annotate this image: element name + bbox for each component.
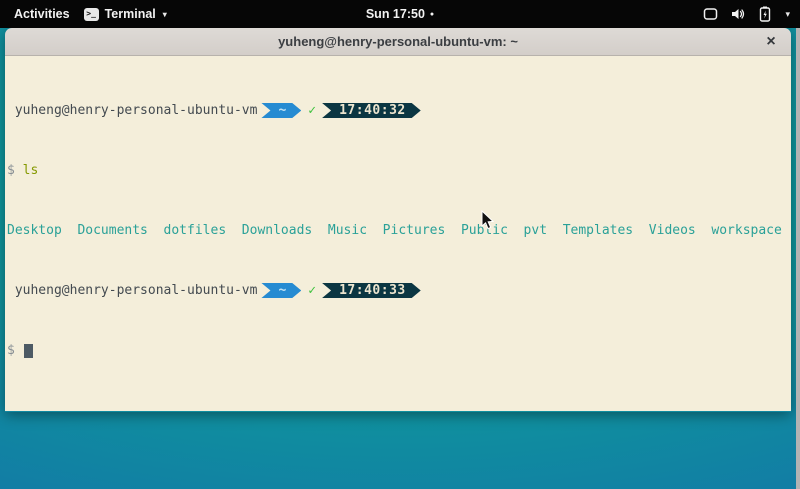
- activities-button[interactable]: Activities: [14, 7, 70, 21]
- window-title: yuheng@henry-personal-ubuntu-vm: ~: [278, 34, 518, 49]
- time-segment: 17:40:33: [322, 283, 421, 298]
- screen-icon: [703, 7, 718, 21]
- cursor-line: $: [7, 343, 791, 358]
- command-line: $ ls: [7, 163, 791, 178]
- text-cursor: [24, 344, 33, 358]
- command-text: ls: [23, 163, 39, 178]
- volume-icon: [730, 7, 746, 21]
- top-bar: Activities >_ Terminal ▾ Sun 17:50 ● ▾: [0, 0, 800, 28]
- prompt-line-2: yuheng@henry-personal-ubuntu-vm ~ ✓ 17:4…: [7, 283, 791, 298]
- time-segment: 17:40:32: [322, 103, 421, 118]
- check-icon: ✓: [301, 103, 322, 118]
- window-titlebar[interactable]: yuheng@henry-personal-ubuntu-vm: ~ ×: [5, 28, 791, 56]
- prompt-line-1: yuheng@henry-personal-ubuntu-vm ~ ✓ 17:4…: [7, 103, 791, 118]
- terminal-app-icon: >_: [84, 8, 99, 21]
- app-menu[interactable]: >_ Terminal ▾: [84, 7, 167, 21]
- terminal-window: yuheng@henry-personal-ubuntu-vm: ~ × yuh…: [5, 28, 791, 412]
- shell-prompt-symbol: $: [7, 163, 15, 178]
- check-icon: ✓: [301, 283, 322, 298]
- path-segment: ~: [261, 103, 301, 118]
- ls-output: Desktop Documents dotfiles Downloads Mus…: [7, 223, 782, 238]
- screen-edge-strip: [796, 28, 800, 489]
- dropdown-caret-icon: ▾: [785, 9, 790, 20]
- shell-prompt-symbol: $: [7, 343, 23, 358]
- terminal-screen[interactable]: yuheng@henry-personal-ubuntu-vm ~ ✓ 17:4…: [5, 56, 791, 411]
- user-host-text: yuheng@henry-personal-ubuntu-vm: [7, 283, 257, 298]
- user-host-text: yuheng@henry-personal-ubuntu-vm: [7, 103, 257, 118]
- app-menu-label: Terminal: [105, 7, 156, 21]
- close-button[interactable]: ×: [760, 31, 782, 53]
- ls-output-line: Desktop Documents dotfiles Downloads Mus…: [7, 223, 791, 238]
- battery-charging-icon: [758, 6, 772, 22]
- app-menu-caret-icon: ▾: [163, 10, 167, 19]
- system-tray[interactable]: ▾: [703, 0, 792, 28]
- path-segment: ~: [261, 283, 301, 298]
- close-icon: ×: [766, 33, 775, 51]
- notification-dot-icon: ●: [430, 11, 434, 18]
- clock[interactable]: Sun 17:50: [366, 7, 425, 21]
